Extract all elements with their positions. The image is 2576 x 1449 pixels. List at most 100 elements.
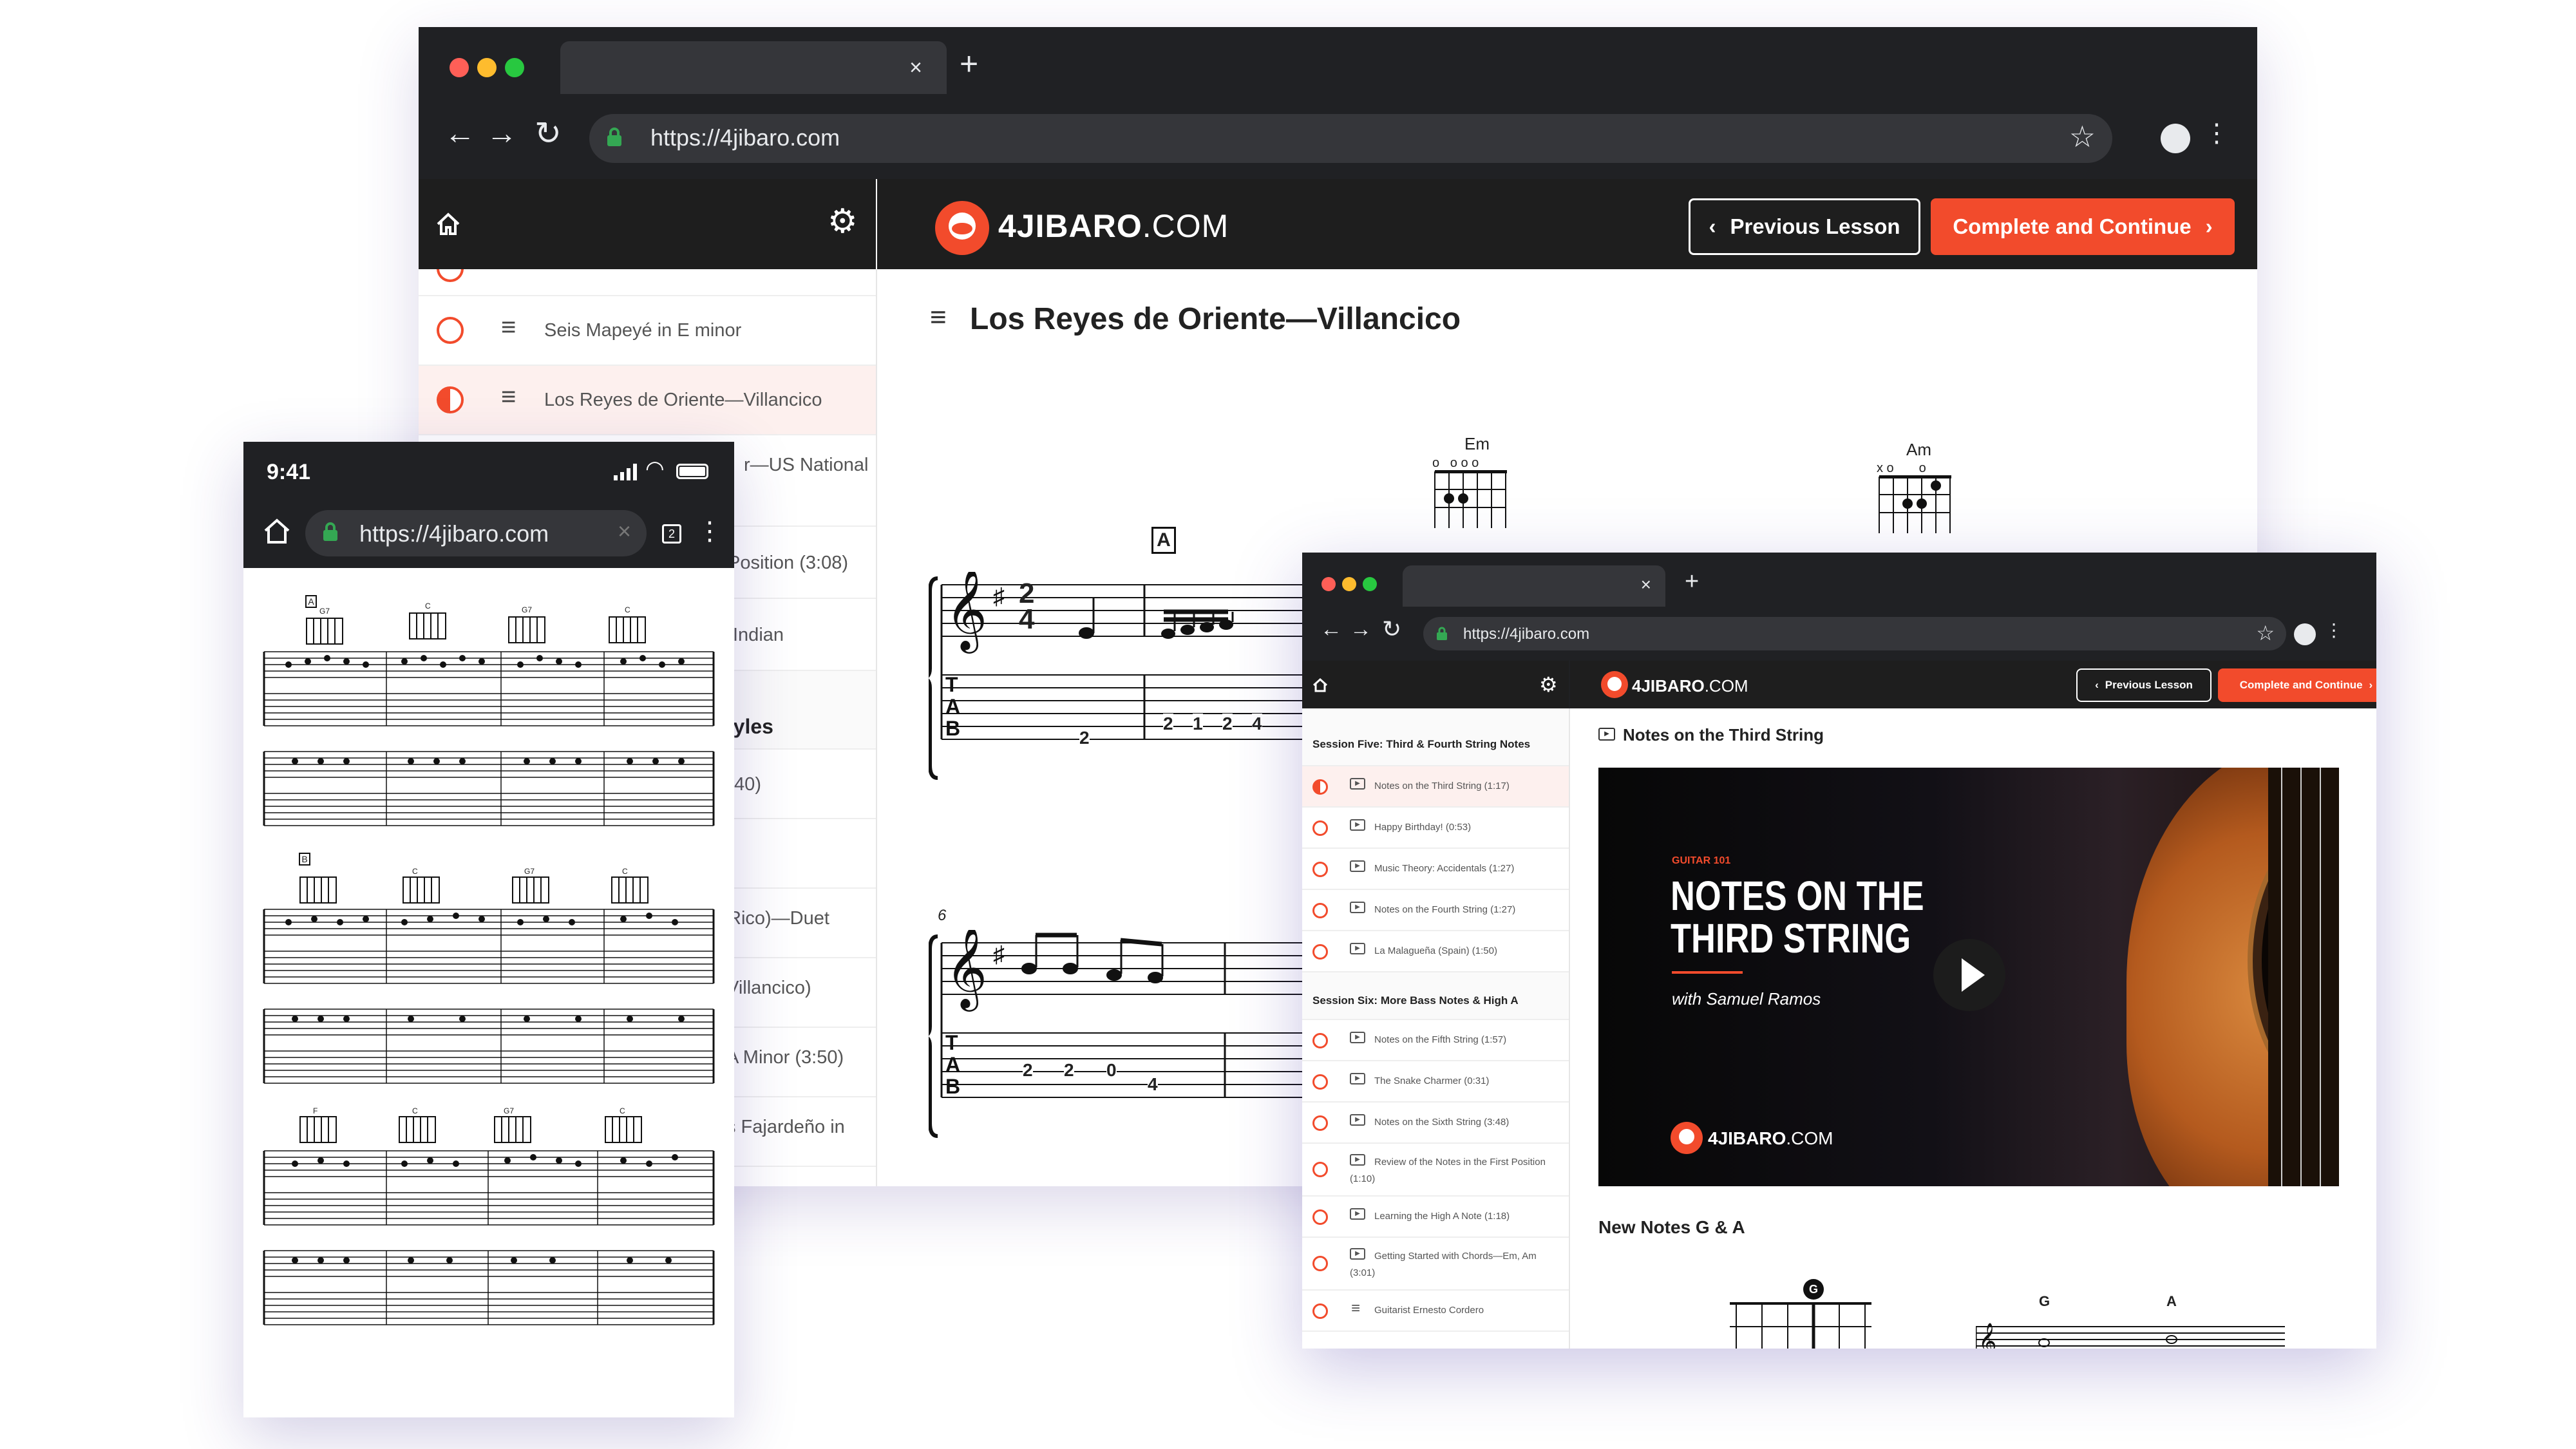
lesson-item[interactable]: ▶ Notes on the Sixth String (3:48) xyxy=(1302,1103,1569,1144)
logo-light-text: .COM xyxy=(1142,208,1229,244)
home-icon[interactable] xyxy=(435,211,461,237)
forward-arrow-icon[interactable]: → xyxy=(1350,617,1372,642)
course-sidebar-header: ⚙ xyxy=(1302,661,1569,708)
new-tab-icon[interactable]: + xyxy=(1685,568,1699,596)
reload-icon[interactable]: ↻ xyxy=(535,115,562,152)
bookmark-star-icon[interactable]: ☆ xyxy=(2256,621,2275,645)
lesson-item-label: Notes on the Sixth String (3:48) xyxy=(1374,1117,1510,1128)
browser-tab[interactable]: × xyxy=(560,41,947,94)
close-tab-icon[interactable]: × xyxy=(909,55,922,80)
reload-icon[interactable]: ↻ xyxy=(1382,616,1401,643)
lesson-item[interactable]: ▶ Learning the High A Note (1:18) xyxy=(1302,1197,1569,1238)
video-icon: ▶ xyxy=(1350,1208,1365,1220)
profile-avatar[interactable] xyxy=(2294,623,2316,645)
play-button[interactable] xyxy=(1933,939,2005,1011)
tab-letter: A xyxy=(945,695,961,718)
back-arrow-icon[interactable]: ← xyxy=(1320,617,1342,642)
tab-letter: T xyxy=(945,1031,958,1054)
close-window-dot[interactable] xyxy=(1321,577,1336,591)
mobile-menu-icon[interactable]: ⋮ xyxy=(697,516,723,546)
svg-text:♯: ♯ xyxy=(993,941,1005,967)
lesson-item[interactable]: ▶ Music Theory: Accidentals (1:27) xyxy=(1302,849,1569,890)
tab-letter: T xyxy=(945,673,958,696)
address-bar[interactable]: https://4jibaro.com ☆ xyxy=(589,114,2112,163)
sidebar-row-partial[interactable] xyxy=(419,269,876,296)
back-arrow-icon[interactable]: ← xyxy=(444,116,475,151)
home-icon[interactable] xyxy=(1312,677,1328,693)
complete-continue-label: Complete and Continue xyxy=(2239,679,2363,691)
lesson-item[interactable]: ▶ The Snake Charmer (0:31) xyxy=(1302,1061,1569,1103)
logo-bold-text: 4JIBARO xyxy=(1632,676,1705,696)
mobile-chrome: 9:41 ◠ https://4jibaro.com × 2 ⋮ xyxy=(243,442,734,568)
brand-logo[interactable]: 4JIBARO.COM xyxy=(1632,676,1748,696)
complete-and-continue-button[interactable]: Complete and Continue › xyxy=(1931,198,2235,255)
battery-icon xyxy=(676,464,708,479)
chord-string-markers: x o o xyxy=(1877,461,1926,475)
course-header: 4JIBARO.COM ‹ Previous Lesson Complete an… xyxy=(1570,661,2376,708)
settings-gear-icon[interactable]: ⚙ xyxy=(1539,672,1558,697)
chord-label: C xyxy=(620,1106,625,1115)
complete-and-continue-button[interactable]: Complete and Continue › xyxy=(2218,668,2376,702)
progress-circle-icon xyxy=(437,269,464,282)
address-bar[interactable]: https://4jibaro.com ☆ xyxy=(1423,617,2286,650)
lock-icon xyxy=(323,522,337,541)
lesson-item-label: Review of the Notes in the First Positio… xyxy=(1350,1157,1546,1184)
lesson-item[interactable]: ▶ Notes on the Fifth String (1:57) xyxy=(1302,1020,1569,1061)
chord-label: G7 xyxy=(504,1106,515,1115)
progress-empty-circle-icon xyxy=(1312,1162,1328,1177)
wifi-icon: ◠ xyxy=(645,457,665,481)
maximize-window-dot[interactable] xyxy=(505,58,524,77)
lesson-item[interactable]: ≡ Guitarist Ernesto Cordero xyxy=(1302,1291,1569,1332)
lesson-item-active[interactable]: ▶ Notes on the Third String (1:17) xyxy=(1302,766,1569,808)
lesson-item[interactable]: ▶ Notes on the Fourth String (1:27) xyxy=(1302,890,1569,931)
settings-gear-icon[interactable]: ⚙ xyxy=(828,202,858,241)
logo-bold-text: 4JIBARO xyxy=(998,208,1142,244)
guitar-neck-image xyxy=(2268,768,2339,1186)
brand-logo[interactable]: 4JIBARO.COM xyxy=(998,207,1229,245)
chord-label: Em xyxy=(1464,434,1490,453)
lesson-item[interactable]: ▶ Getting Started with Chords—Em, Am (3:… xyxy=(1302,1238,1569,1291)
sidebar-item-seis-mapeye[interactable]: ≡ Seis Mapeyé in E minor xyxy=(419,296,876,366)
minimize-window-dot[interactable] xyxy=(1342,577,1356,591)
lesson-item-label: Learning the High A Note (1:18) xyxy=(1374,1211,1510,1222)
lesson-item[interactable]: ▶ La Malagueña (Spain) (1:50) xyxy=(1302,931,1569,972)
course-header: 4JIBARO.COM ‹ Previous Lesson Complete an… xyxy=(877,179,2257,269)
video-title-line2: THIRD STRING xyxy=(1671,915,1911,961)
sidebar-item-los-reyes[interactable]: ≡ Los Reyes de Oriente—Villancico xyxy=(419,366,876,435)
profile-avatar[interactable] xyxy=(2161,124,2190,153)
chevron-right-icon: › xyxy=(2205,214,2213,238)
tab-switcher-button[interactable]: 2 xyxy=(662,524,681,544)
browser-menu-icon[interactable]: ⋮ xyxy=(2325,620,2343,641)
lesson-item[interactable]: ▶ Happy Birthday! (0:53) xyxy=(1302,808,1569,849)
previous-lesson-button[interactable]: ‹ Previous Lesson xyxy=(2076,668,2211,702)
clear-url-icon[interactable]: × xyxy=(618,518,631,545)
close-window-dot[interactable] xyxy=(450,58,469,77)
sidebar-item-label: Position (3:08) xyxy=(728,553,848,573)
sidebar-item-label: Los Reyes de Oriente—Villancico xyxy=(544,390,822,410)
minimize-window-dot[interactable] xyxy=(477,58,497,77)
chord-label: G7 xyxy=(524,867,535,876)
mobile-address-bar[interactable]: https://4jibaro.com × xyxy=(305,510,647,556)
video-brand-logo: 4JIBARO.COM xyxy=(1708,1128,1833,1149)
previous-lesson-button[interactable]: ‹ Previous Lesson xyxy=(1689,198,1920,255)
browser-menu-icon[interactable]: ⋮ xyxy=(2204,118,2230,148)
close-tab-icon[interactable]: × xyxy=(1641,574,1651,595)
logo-light-text: .COM xyxy=(1786,1128,1833,1148)
lesson-item-label: The Snake Charmer (0:31) xyxy=(1374,1075,1490,1086)
lesson-item-label: Guitarist Ernesto Cordero xyxy=(1374,1305,1484,1316)
new-tab-icon[interactable]: + xyxy=(960,45,978,82)
section-mark-label: B xyxy=(301,854,308,864)
video-player[interactable]: GUITAR 101 NOTES ON THE THIRD STRING wit… xyxy=(1598,768,2339,1186)
section-mark-label: A xyxy=(1157,529,1171,551)
lesson-item-label: Getting Started with Chords—Em, Am (3:01… xyxy=(1350,1251,1537,1278)
progress-empty-circle-icon xyxy=(1312,1033,1328,1048)
video-lesson-icon: ▶ xyxy=(1598,728,1615,741)
text-lines-icon: ≡ xyxy=(1351,1300,1361,1317)
forward-arrow-icon[interactable]: → xyxy=(486,116,517,151)
home-icon[interactable] xyxy=(263,516,291,545)
maximize-window-dot[interactable] xyxy=(1363,577,1377,591)
logo-mark-icon xyxy=(1601,671,1628,698)
browser-tab[interactable]: × xyxy=(1403,565,1665,607)
bookmark-star-icon[interactable]: ☆ xyxy=(2069,119,2096,154)
lesson-item[interactable]: ▶ Review of the Notes in the First Posit… xyxy=(1302,1144,1569,1197)
